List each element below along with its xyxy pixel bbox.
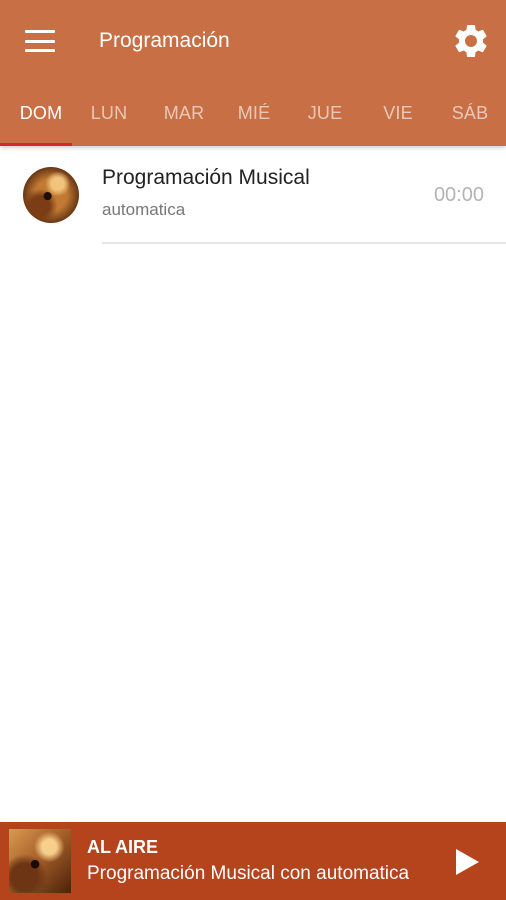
program-subtitle: automatica: [102, 200, 186, 219]
tab-sab[interactable]: SÁB: [436, 90, 504, 146]
tab-jue[interactable]: JUE: [291, 90, 359, 146]
on-air-label: AL AIRE: [87, 837, 159, 857]
tab-mar[interactable]: MAR: [149, 90, 219, 146]
tab-lun[interactable]: LUN: [76, 90, 142, 146]
page-title: Programación: [99, 29, 230, 52]
play-button[interactable]: [447, 840, 487, 884]
tab-label: SÁB: [451, 103, 489, 123]
list-item[interactable]: Programación Musical automatica 00:00: [0, 146, 506, 244]
app-bar: Programación DOM LUN MAR MIÉ JUE VIE SÁB: [0, 0, 506, 146]
program-title: Programación Musical: [102, 166, 310, 189]
now-playing-text: Programación Musical con automatica: [87, 863, 410, 884]
play-icon: [456, 849, 479, 875]
program-time: 00:00: [433, 184, 484, 206]
settings-button[interactable]: [446, 16, 496, 66]
day-tabs: DOM LUN MAR MIÉ JUE VIE SÁB: [0, 90, 506, 146]
program-avatar: [23, 167, 79, 223]
tab-label: MIÉ: [237, 103, 271, 123]
tab-vie[interactable]: VIE: [365, 90, 431, 146]
tab-label: JUE: [307, 103, 343, 123]
tab-label: MAR: [163, 103, 205, 123]
now-playing-bar[interactable]: AL AIRE Programación Musical con automat…: [0, 822, 506, 900]
tab-label: LUN: [90, 103, 128, 123]
tab-dom[interactable]: DOM: [0, 90, 82, 146]
station-artwork: [9, 829, 71, 893]
tab-mie[interactable]: MIÉ: [221, 90, 287, 146]
hamburger-menu-icon: [25, 30, 55, 52]
menu-button[interactable]: [14, 18, 66, 64]
divider: [102, 242, 506, 244]
tab-label: DOM: [19, 103, 63, 123]
gear-icon: [455, 24, 487, 57]
tab-label: VIE: [383, 103, 413, 123]
